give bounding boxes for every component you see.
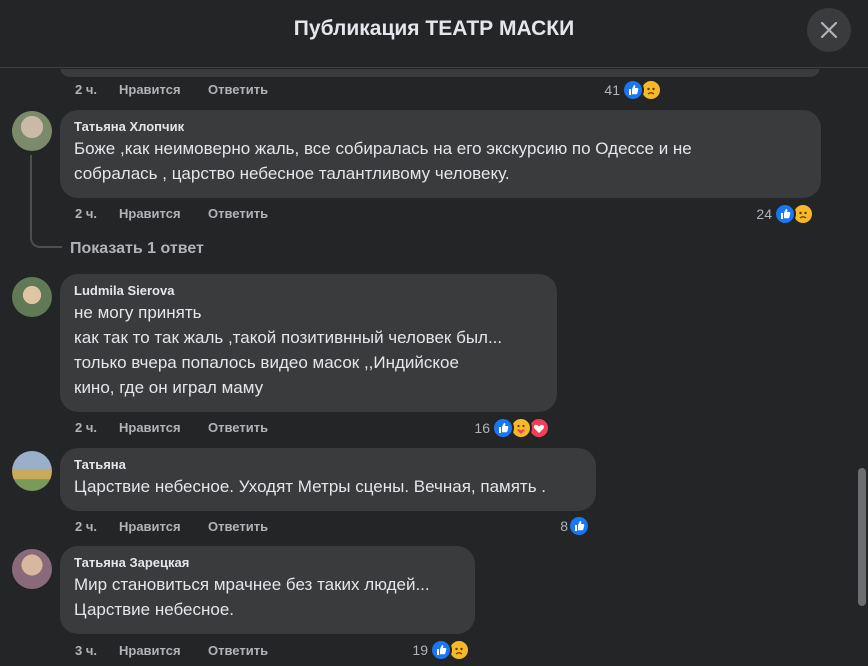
comment-bubble: Татьяна Хлопчик Боже ,как неимоверно жал… (60, 110, 821, 198)
reaction-count: 24 (756, 206, 772, 222)
like-reaction-icon (774, 203, 796, 225)
like-button[interactable]: Нравится (119, 206, 181, 222)
reply-button[interactable]: Ответить (208, 519, 268, 535)
comment-author[interactable]: Татьяна Хлопчик (74, 118, 807, 136)
comment-bubble: Татьяна Царствие небесное. Уходят Метры … (60, 448, 596, 511)
reaction-count: 8 (560, 518, 568, 534)
reactions-summary[interactable]: 24 (742, 203, 818, 225)
avatar[interactable] (12, 277, 52, 317)
comment-text-line: Царствие небесное. (74, 600, 235, 619)
reaction-count: 41 (604, 82, 620, 98)
like-reaction-icon (430, 639, 452, 661)
comments-list[interactable]: 2 ч. Нравится Ответить 41 Татьяна Хлопчи… (0, 69, 868, 666)
reaction-count: 16 (474, 420, 490, 436)
like-reaction-icon (568, 515, 590, 537)
comment-text-line: собралась , царство небесное талантливом… (74, 164, 510, 183)
like-button[interactable]: Нравится (119, 82, 181, 98)
comment-time[interactable]: 2 ч. (75, 519, 97, 535)
comment-time[interactable]: 2 ч. (75, 206, 97, 222)
dialog-title: Публикация ТЕАТР МАСКИ (293, 17, 575, 40)
reaction-count: 19 (412, 642, 428, 658)
like-button[interactable]: Нравится (119, 519, 181, 535)
close-icon (820, 21, 838, 39)
comment-text-line: не могу принять (74, 303, 202, 322)
reply-button[interactable]: Ответить (208, 82, 268, 98)
comment-text-line: Боже ,как неимоверно жаль, все собиралас… (74, 139, 692, 158)
like-reaction-icon (492, 417, 514, 439)
like-reaction-icon (622, 79, 644, 101)
show-replies-link[interactable]: Показать 1 ответ (70, 240, 204, 258)
like-button[interactable]: Нравится (119, 643, 181, 659)
reply-button[interactable]: Ответить (208, 643, 268, 659)
comment-time[interactable]: 2 ч. (75, 82, 97, 98)
comment-text-line: Мир становиться мрачнее без таких людей.… (74, 575, 430, 594)
reactions-summary[interactable]: 8 (540, 515, 596, 537)
like-button[interactable]: Нравится (119, 420, 181, 436)
comment-time[interactable]: 2 ч. (75, 420, 97, 436)
reply-button[interactable]: Ответить (208, 206, 268, 222)
comment-author[interactable]: Татьяна (74, 456, 582, 474)
comment-author[interactable]: Татьяна Зарецкая (74, 554, 461, 572)
comment-time[interactable]: 3 ч. (75, 643, 97, 659)
comment-text-line: кино, где он играл маму (74, 378, 264, 397)
close-button[interactable] (807, 8, 851, 52)
comment-text-line: как так то так жаль ,такой позитивнный ч… (74, 328, 503, 347)
avatar[interactable] (12, 111, 52, 151)
comment-text-line: Царствие небесное. Уходят Метры сцены. В… (74, 477, 547, 496)
avatar[interactable] (12, 549, 52, 589)
reply-button[interactable]: Ответить (208, 420, 268, 436)
previous-comment-bubble (60, 69, 820, 77)
reactions-summary[interactable]: 19 (398, 639, 474, 661)
avatar[interactable] (12, 451, 52, 491)
comment-bubble: Ludmila Sierova не могу принять как так … (60, 274, 557, 412)
comment-author[interactable]: Ludmila Sierova (74, 282, 543, 300)
comment-bubble: Татьяна Зарецкая Мир становиться мрачнее… (60, 546, 475, 634)
comment-text-line: только вчера попалось видео масок ,,Инди… (74, 353, 459, 372)
scrollbar-thumb[interactable] (858, 468, 866, 606)
reactions-summary[interactable]: 16 (460, 417, 556, 439)
reactions-summary[interactable]: 41 (590, 79, 666, 101)
dialog-header: Публикация ТЕАТР МАСКИ (0, 0, 868, 68)
reply-thread-line (30, 155, 62, 248)
